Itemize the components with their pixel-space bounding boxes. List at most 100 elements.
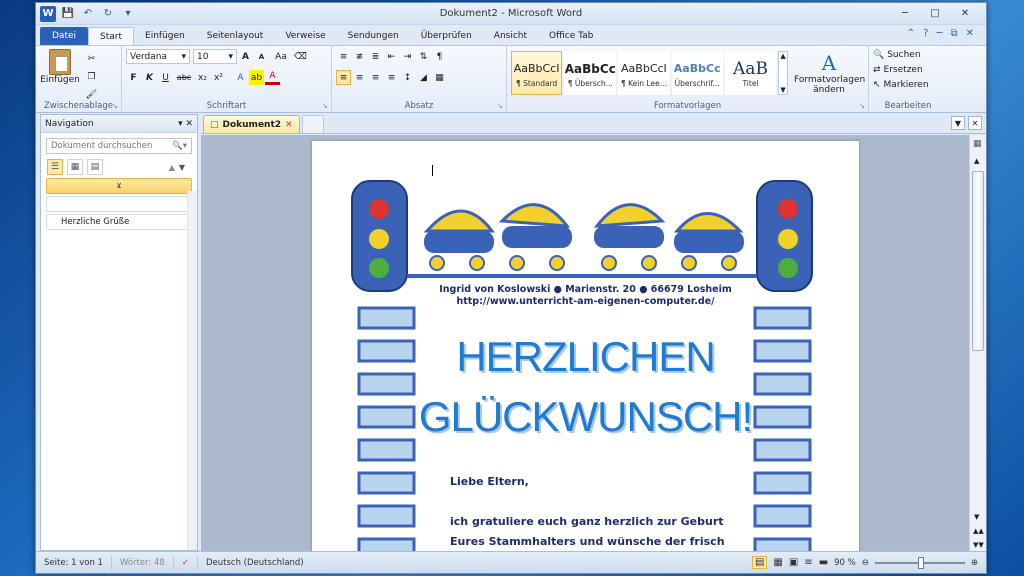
tab-pages[interactable]: ▦ bbox=[67, 159, 83, 175]
heading-item[interactable] bbox=[46, 196, 192, 212]
zoom-slider-handle[interactable] bbox=[917, 556, 924, 569]
underline-button[interactable]: U bbox=[158, 70, 173, 85]
word-app-icon[interactable]: W bbox=[40, 5, 56, 22]
customize-icon[interactable]: ▾ bbox=[120, 6, 136, 22]
close-icon[interactable]: ▾ ✕ bbox=[178, 119, 193, 129]
draft-icon[interactable]: ▬ bbox=[819, 557, 828, 568]
style-heading1[interactable]: AaBbCc ¶ Übersch... bbox=[564, 51, 617, 95]
previous-page-icon[interactable]: ▲▲ bbox=[973, 527, 984, 535]
select-button[interactable]: ↖ Markieren bbox=[873, 80, 943, 90]
zoom-level[interactable]: 90 % bbox=[834, 558, 856, 568]
change-case-button[interactable]: Aa bbox=[270, 49, 292, 64]
align-center-icon[interactable]: ≡ bbox=[352, 70, 367, 85]
full-screen-icon[interactable]: ▦ bbox=[773, 557, 782, 568]
align-right-icon[interactable]: ≡ bbox=[368, 70, 383, 85]
pilcrow-icon[interactable]: ¶ bbox=[432, 49, 447, 64]
superscript-button[interactable]: x² bbox=[211, 70, 226, 85]
word-count[interactable]: Wörter: 48 bbox=[112, 555, 174, 570]
format-painter-icon[interactable]: 🖌 bbox=[84, 87, 99, 102]
grow-font-button[interactable]: A bbox=[238, 49, 253, 64]
minimize-button[interactable]: ─ bbox=[894, 6, 916, 20]
web-layout-icon[interactable]: ▣ bbox=[789, 557, 798, 568]
highlight-icon[interactable]: ab bbox=[249, 70, 264, 85]
multilevel-list-icon[interactable]: ≣ bbox=[368, 49, 383, 64]
tab-ueberpruefen[interactable]: Überprüfen bbox=[410, 27, 483, 45]
nav-prev-icon[interactable]: ▲ bbox=[169, 163, 175, 172]
navigation-search-input[interactable]: Dokument durchsuchen 🔍▾ bbox=[46, 138, 192, 154]
doc-close-button[interactable]: ✕ bbox=[966, 28, 974, 39]
change-styles-button[interactable]: A Formatvorlagen ändern bbox=[794, 51, 865, 95]
doc-restore-button[interactable]: ⧉ bbox=[950, 28, 957, 39]
clear-formatting-icon[interactable]: ⌫ bbox=[293, 49, 308, 64]
style-heading[interactable]: AaBbCc Überschrif... bbox=[671, 51, 723, 95]
vertical-scrollbar[interactable]: ▦ ▲ ▼ ▲▲ ▼▼ bbox=[969, 135, 986, 553]
line-spacing-icon[interactable]: ↕ bbox=[400, 70, 415, 85]
document-page[interactable]: Ingrid von Koslowski ● Marienstr. 20 ● 6… bbox=[312, 141, 859, 553]
borders-icon[interactable]: ▦ bbox=[432, 70, 447, 85]
print-layout-icon[interactable]: ▤ bbox=[751, 556, 768, 569]
font-family-select[interactable]: Verdana ▾ bbox=[126, 49, 190, 64]
zoom-out-icon[interactable]: ⊖ bbox=[862, 558, 869, 568]
heading-item[interactable]: ⊻ bbox=[46, 178, 192, 194]
dialog-launcher-icon[interactable]: ↘ bbox=[859, 102, 865, 110]
bold-button[interactable]: F bbox=[126, 70, 141, 85]
zoom-slider[interactable] bbox=[874, 556, 965, 569]
tab-sendungen[interactable]: Sendungen bbox=[337, 27, 410, 45]
close-icon[interactable]: ✕ bbox=[968, 116, 982, 130]
undo-icon[interactable]: ↶ bbox=[80, 6, 96, 22]
font-size-select[interactable]: 10 ▾ bbox=[193, 49, 237, 64]
justify-icon[interactable]: ≡ bbox=[384, 70, 399, 85]
find-button[interactable]: 🔍 Suchen bbox=[873, 50, 943, 60]
scroll-down-icon[interactable]: ▼ bbox=[974, 513, 979, 521]
style-no-spacing[interactable]: AaBbCcI ¶ Kein Lee... bbox=[618, 51, 670, 95]
tab-results[interactable]: ▤ bbox=[87, 159, 103, 175]
shading-icon[interactable]: ◢ bbox=[416, 70, 431, 85]
redo-icon[interactable]: ↻ bbox=[100, 6, 116, 22]
zoom-in-icon[interactable]: ⊕ bbox=[971, 558, 978, 568]
paste-button[interactable]: Einfügen bbox=[40, 49, 80, 102]
bullets-icon[interactable]: ≡ bbox=[336, 49, 351, 64]
tab-headings[interactable]: ☰ bbox=[47, 159, 63, 175]
style-standard[interactable]: AaBbCcI ¶ Standard bbox=[511, 51, 563, 95]
sort-icon[interactable]: ⇅ bbox=[416, 49, 431, 64]
tab-einfuegen[interactable]: Einfügen bbox=[134, 27, 196, 45]
style-title[interactable]: AaB Titel bbox=[724, 51, 777, 95]
tab-verweise[interactable]: Verweise bbox=[274, 27, 336, 45]
strikethrough-button[interactable]: abc bbox=[174, 70, 194, 85]
maximize-button[interactable]: □ bbox=[924, 6, 946, 20]
dialog-launcher-icon[interactable]: ↘ bbox=[497, 102, 503, 110]
cut-icon[interactable]: ✂ bbox=[84, 51, 99, 66]
font-color-icon[interactable]: A bbox=[265, 70, 280, 85]
increase-indent-icon[interactable]: ⇥ bbox=[400, 49, 415, 64]
scroll-up-icon[interactable]: ▲ bbox=[974, 157, 979, 165]
navigation-scrollbar[interactable] bbox=[187, 191, 197, 550]
text-effects-icon[interactable]: A bbox=[233, 70, 248, 85]
next-page-icon[interactable]: ▼▼ bbox=[973, 541, 984, 549]
search-icon[interactable]: 🔍▾ bbox=[172, 141, 187, 151]
outline-icon[interactable]: ≡ bbox=[804, 557, 812, 568]
new-tab-button[interactable] bbox=[301, 115, 324, 133]
replace-button[interactable]: ⇄ Ersetzen bbox=[873, 65, 943, 75]
dialog-launcher-icon[interactable]: ↘ bbox=[322, 102, 328, 110]
ruler-toggle-icon[interactable]: ▦ bbox=[973, 139, 982, 149]
dialog-launcher-icon[interactable]: ↘ bbox=[112, 102, 118, 110]
close-button[interactable]: ✕ bbox=[954, 6, 976, 20]
help-icon[interactable]: ? bbox=[923, 28, 928, 39]
scroll-thumb[interactable] bbox=[972, 171, 984, 351]
save-icon[interactable]: 💾 bbox=[60, 6, 76, 22]
tab-office-tab[interactable]: Office Tab bbox=[538, 27, 604, 45]
nav-next-icon[interactable]: ▼ bbox=[179, 163, 185, 172]
tab-menu-icon[interactable]: ▼ bbox=[951, 116, 965, 130]
minimize-ribbon-icon[interactable]: ⌃ bbox=[907, 28, 915, 39]
shrink-font-button[interactable]: A bbox=[254, 49, 269, 64]
page-count[interactable]: Seite: 1 von 1 bbox=[36, 555, 112, 570]
language-indicator[interactable]: Deutsch (Deutschland) bbox=[198, 556, 312, 570]
align-left-icon[interactable]: ≡ bbox=[336, 70, 351, 85]
copy-icon[interactable]: ❐ bbox=[84, 69, 99, 84]
italic-button[interactable]: K bbox=[142, 70, 157, 85]
document-tab[interactable]: □ Dokument2 ✕ bbox=[203, 115, 300, 133]
decrease-indent-icon[interactable]: ⇤ bbox=[384, 49, 399, 64]
numbering-icon[interactable]: ≢ bbox=[352, 49, 367, 64]
proofing-icon[interactable]: ✓ bbox=[174, 555, 198, 570]
tab-seitenlayout[interactable]: Seitenlayout bbox=[196, 27, 275, 45]
